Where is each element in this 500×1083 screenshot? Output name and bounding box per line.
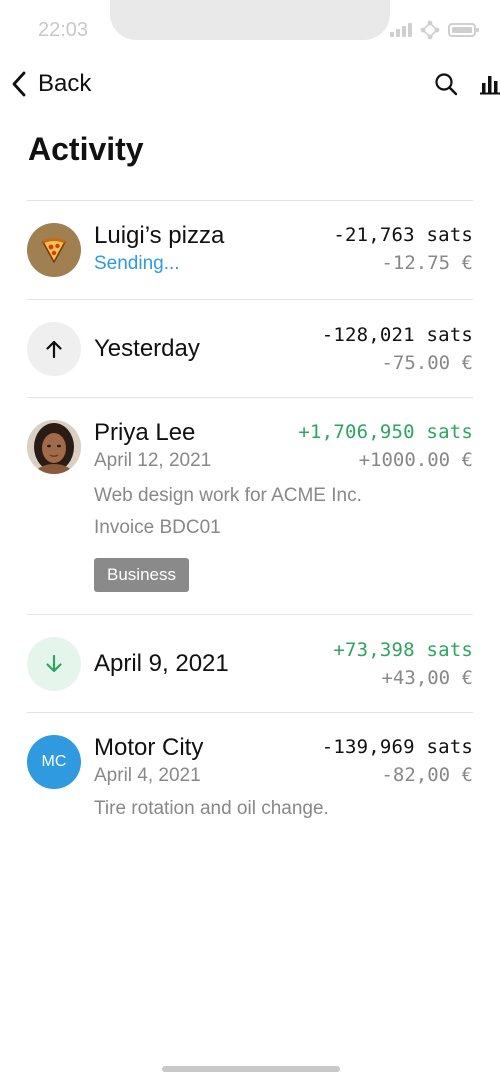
chevron-left-icon	[12, 71, 26, 97]
nav-actions	[430, 68, 500, 100]
amount-sats: -21,763 sats	[333, 224, 473, 246]
status-time: 22:03	[38, 19, 89, 41]
back-label: Back	[38, 70, 92, 97]
amount-sats: -139,969 sats	[321, 736, 473, 758]
amount-sats: +1,706,950 sats	[298, 421, 473, 443]
amount-sats: -128,021 sats	[321, 324, 473, 346]
search-icon	[435, 73, 458, 96]
avatar: MC	[27, 735, 81, 789]
amount-fiat: -75.00 €	[381, 352, 473, 374]
contact-name: Priya Lee	[94, 419, 196, 446]
user-photo-icon	[27, 420, 81, 474]
memo-text: Web design work for ACME Inc.	[94, 485, 362, 506]
memo-text: Tire rotation and oil change.	[94, 798, 329, 819]
activity-name: Luigi’s pizza	[94, 222, 225, 249]
pizza-icon	[42, 238, 66, 263]
signal-icon	[390, 23, 412, 37]
stats-button[interactable]	[480, 68, 500, 100]
search-button[interactable]	[430, 68, 462, 100]
activity-row[interactable]: April 9, 2021 +73,398 sats +43,00 €	[27, 614, 473, 712]
page-title: Activity	[28, 131, 144, 167]
activity-date: April 4, 2021	[94, 765, 201, 786]
tag-badge[interactable]: Business	[94, 558, 189, 592]
bar-chart-icon	[480, 76, 500, 95]
activity-name: April 9, 2021	[94, 650, 229, 677]
avatar-initials: MC	[41, 753, 67, 770]
arrow-up-icon	[46, 340, 62, 359]
amount-fiat: +43,00 €	[381, 667, 473, 689]
device-notch	[110, 0, 390, 40]
activity-status: Sending...	[94, 253, 180, 274]
amount-sats: +73,398 sats	[333, 639, 473, 661]
arrow-down-icon	[46, 654, 62, 673]
activity-row[interactable]: Yesterday -128,021 sats -75.00 €	[27, 299, 473, 397]
activity-row[interactable]: Luigi’s pizza Sending... -21,763 sats -1…	[27, 200, 473, 299]
activity-list: Luigi’s pizza Sending... -21,763 sats -1…	[27, 200, 473, 842]
avatar	[27, 322, 81, 376]
memo-text: Invoice BDC01	[94, 517, 221, 538]
back-button[interactable]: Back	[10, 66, 91, 102]
contact-name: Motor City	[94, 734, 204, 761]
amount-fiat: -12.75 €	[381, 252, 473, 274]
activity-row[interactable]: MC Motor City April 4, 2021 -139,969 sat…	[27, 712, 473, 842]
connection-icon	[420, 20, 440, 40]
avatar	[27, 223, 81, 277]
amount-fiat: +1000.00 €	[358, 449, 473, 471]
amount-fiat: -82,00 €	[381, 764, 473, 786]
status-icons	[390, 20, 479, 40]
activity-name: Yesterday	[94, 335, 200, 362]
nav-bar: Back	[0, 62, 500, 106]
avatar	[27, 420, 81, 474]
home-indicator[interactable]	[162, 1066, 340, 1072]
activity-row[interactable]: Priya Lee April 12, 2021 +1,706,950 sats…	[27, 397, 473, 614]
avatar	[27, 637, 81, 691]
activity-date: April 12, 2021	[94, 450, 212, 471]
status-bar: 22:03	[0, 0, 500, 56]
battery-icon	[448, 23, 479, 37]
